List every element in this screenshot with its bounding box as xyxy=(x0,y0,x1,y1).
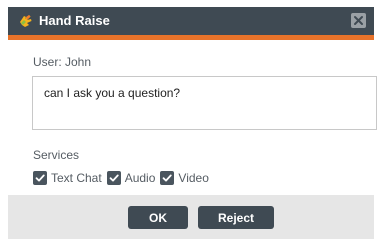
reject-button[interactable]: Reject xyxy=(198,206,274,229)
video-checkbox[interactable] xyxy=(160,171,175,185)
title-accent-bar xyxy=(8,35,374,40)
close-button[interactable] xyxy=(351,13,366,28)
audio-label: Audio xyxy=(124,171,156,185)
checkmark-icon xyxy=(109,174,119,182)
message-textarea[interactable]: can I ask you a question? xyxy=(32,76,377,130)
services-checkboxes: Text Chat Audio Video xyxy=(33,169,214,187)
service-video[interactable]: Video xyxy=(160,171,209,185)
audio-checkbox[interactable] xyxy=(106,171,121,185)
ok-button[interactable]: OK xyxy=(128,206,188,229)
checkmark-icon xyxy=(35,174,45,182)
hand-raise-dialog: Hand Raise User: John can I ask you a qu… xyxy=(8,7,377,239)
service-audio[interactable]: Audio xyxy=(106,171,156,185)
dialog-footer: OK Reject xyxy=(8,195,374,239)
service-text-chat[interactable]: Text Chat xyxy=(33,171,102,185)
message-text: can I ask you a question? xyxy=(44,86,181,100)
dialog-titlebar: Hand Raise xyxy=(8,7,374,35)
close-icon xyxy=(354,16,363,25)
services-label: Services xyxy=(33,148,80,162)
text-chat-label: Text Chat xyxy=(51,171,102,185)
dialog-title: Hand Raise xyxy=(39,13,110,28)
checkmark-icon xyxy=(163,174,173,182)
raised-hand-icon xyxy=(17,13,33,29)
user-label: User: John xyxy=(33,55,92,69)
video-label: Video xyxy=(178,171,209,185)
text-chat-checkbox[interactable] xyxy=(33,171,47,185)
